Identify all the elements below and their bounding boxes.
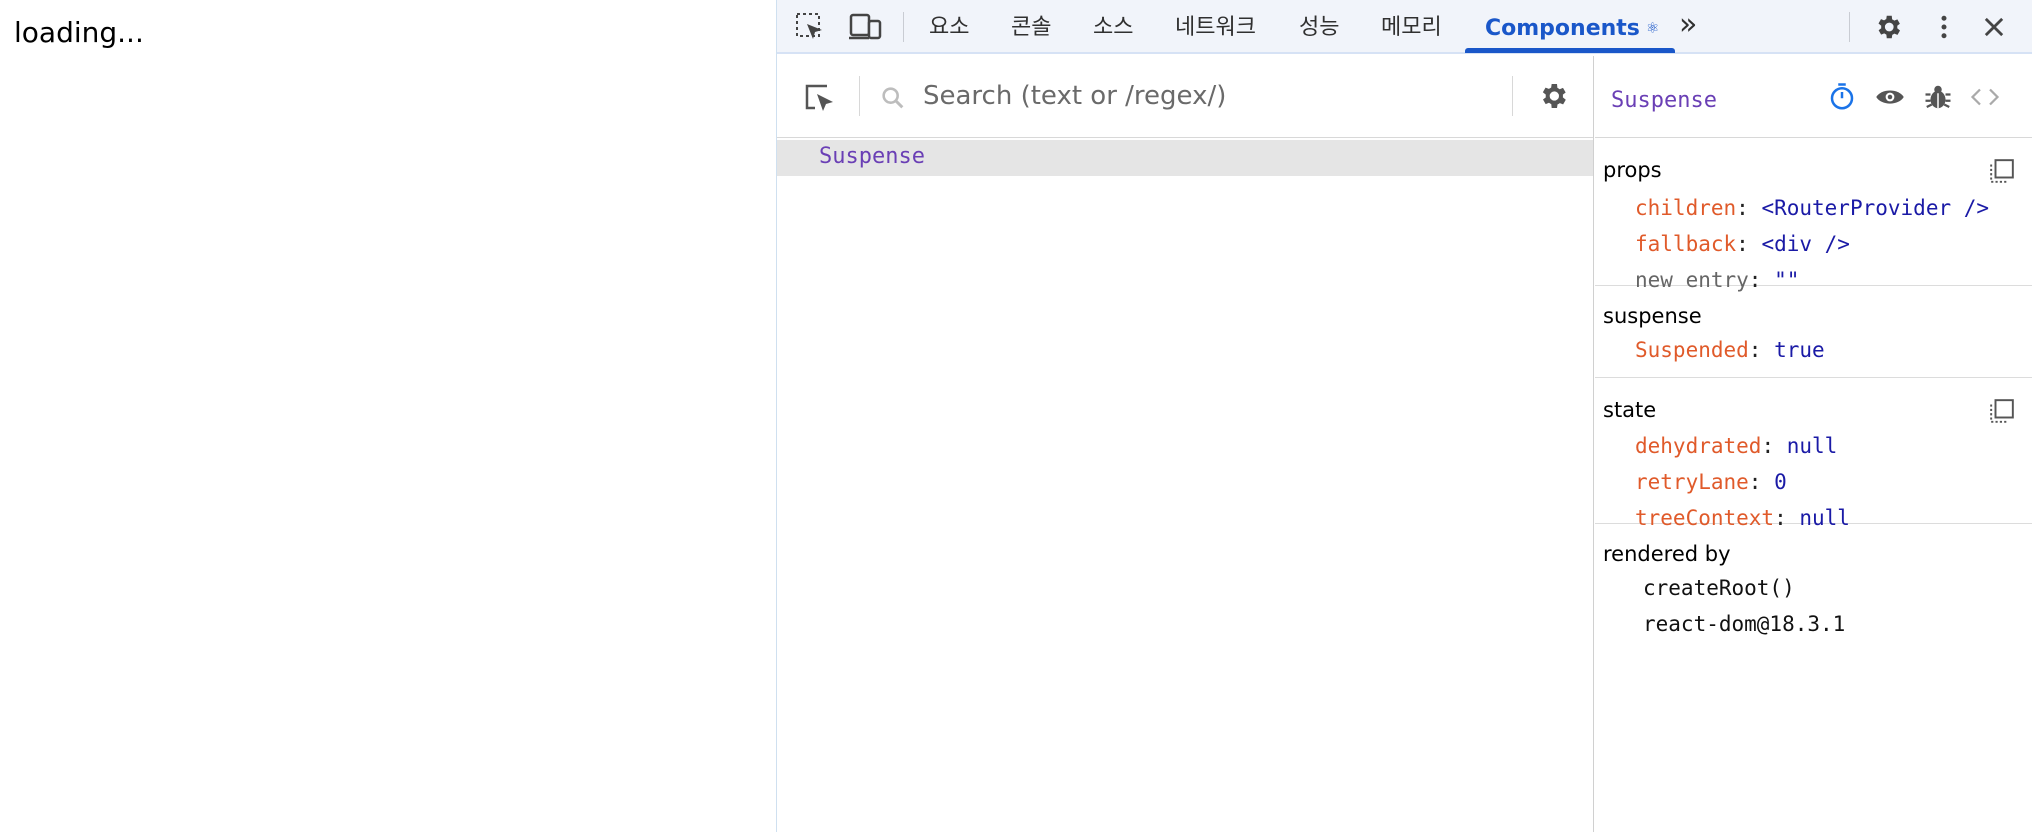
tab-sources[interactable]: 소스 xyxy=(1093,0,1133,54)
tab-components-label: Components xyxy=(1485,16,1640,41)
devtools-panel: 요소 콘솔 소스 네트워크 성능 메모리 Components ⚛ » Sear… xyxy=(776,0,2032,832)
tree-search-bar xyxy=(777,56,1593,138)
state-title: state xyxy=(1603,398,1657,422)
tab-elements[interactable]: 요소 xyxy=(929,0,969,54)
state-value: null xyxy=(1786,434,1838,458)
rendered-by-item[interactable]: react-dom@18.3.1 xyxy=(1643,612,1845,636)
inspector-header: Suspense xyxy=(1595,56,2032,138)
state-section: state dehydrated: null retryLane: 0 tree… xyxy=(1595,380,2032,530)
prop-key: children xyxy=(1635,196,1737,220)
rendered-by-item[interactable]: createRoot() xyxy=(1643,576,1795,600)
prop-value: <div /> xyxy=(1761,232,1850,256)
state-row[interactable]: dehydrated: null xyxy=(1635,434,1837,458)
close-icon[interactable] xyxy=(1977,10,2011,44)
suspense-title: suspense xyxy=(1603,304,1702,328)
state-key: retryLane xyxy=(1635,470,1749,494)
props-title: props xyxy=(1603,158,1662,182)
devtools-tabbar: 요소 콘솔 소스 네트워크 성능 메모리 Components ⚛ » xyxy=(777,0,2032,54)
prop-key: fallback xyxy=(1635,232,1737,256)
props-section: props children: <RouterProvider /> fallb… xyxy=(1595,140,2032,292)
loading-text: loading... xyxy=(14,16,144,49)
component-tree-pane: Suspense xyxy=(777,56,1594,832)
view-source-icon[interactable] xyxy=(1969,82,2000,112)
tree-row-label: Suspense xyxy=(819,144,925,169)
state-value: 0 xyxy=(1774,470,1787,494)
tab-console[interactable]: 콘솔 xyxy=(1011,0,1051,54)
tree-settings-gear-icon[interactable] xyxy=(1537,80,1571,114)
suspense-key: Suspended xyxy=(1635,338,1749,362)
stopwatch-icon[interactable] xyxy=(1827,82,1857,112)
prop-row[interactable]: children: <RouterProvider /> xyxy=(1635,196,1989,220)
react-icon: ⚛ xyxy=(1645,19,1660,37)
settings-gear-icon[interactable] xyxy=(1871,10,1905,44)
rendered-by-title: rendered by xyxy=(1603,542,1731,566)
state-row[interactable]: retryLane: 0 xyxy=(1635,470,1787,494)
tree-row-suspense[interactable]: Suspense xyxy=(777,140,1593,176)
more-tabs-button[interactable]: » xyxy=(1679,0,1697,54)
inspect-element-icon[interactable] xyxy=(793,10,827,44)
more-options-icon[interactable] xyxy=(1927,10,1961,44)
tab-performance[interactable]: 성능 xyxy=(1299,0,1339,54)
tab-memory[interactable]: 메모리 xyxy=(1381,0,1442,54)
prop-row[interactable]: fallback: <div /> xyxy=(1635,232,1850,256)
tab-network[interactable]: 네트워크 xyxy=(1175,0,1256,54)
inspector-pane: Suspense props children: <RouterProvider… xyxy=(1595,56,2032,832)
bug-icon[interactable] xyxy=(1923,82,1953,112)
selected-component-name: Suspense xyxy=(1611,88,1717,113)
prop-value: <RouterProvider /> xyxy=(1761,196,1990,220)
select-element-icon[interactable] xyxy=(801,80,837,116)
state-key: dehydrated xyxy=(1635,434,1762,458)
eye-icon[interactable] xyxy=(1875,82,1905,112)
suspense-row[interactable]: Suspended: true xyxy=(1635,338,1825,362)
search-input[interactable] xyxy=(923,74,1513,118)
suspense-value: true xyxy=(1774,338,1825,362)
copy-icon[interactable] xyxy=(1989,158,2015,184)
search-icon xyxy=(879,84,907,112)
active-tab-indicator xyxy=(1465,48,1675,53)
tab-components[interactable]: Components ⚛ xyxy=(1485,0,1659,54)
suspense-section: suspense Suspended: true xyxy=(1595,288,2032,378)
device-toolbar-icon[interactable] xyxy=(849,10,883,44)
rendered-by-section: rendered by createRoot() react-dom@18.3.… xyxy=(1595,526,2032,646)
copy-icon[interactable] xyxy=(1989,398,2015,424)
page-viewport: loading... xyxy=(0,0,776,832)
